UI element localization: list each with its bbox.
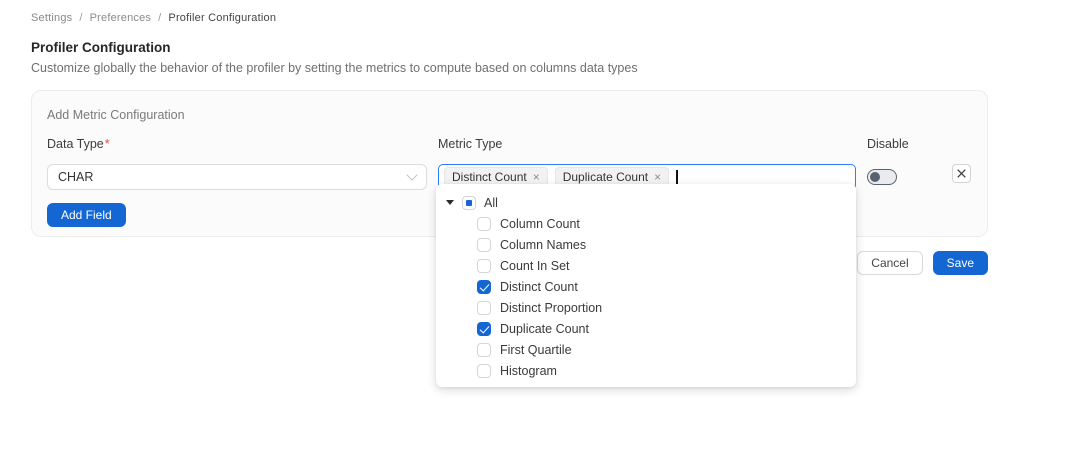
- data-type-select[interactable]: CHAR: [47, 164, 427, 190]
- tree-item[interactable]: Histogram: [436, 360, 856, 381]
- checkbox[interactable]: [477, 364, 491, 378]
- chevron-down-icon: [406, 169, 417, 180]
- data-type-column: Data Type* CHAR: [47, 137, 427, 190]
- tree-item-label[interactable]: Histogram: [500, 364, 557, 378]
- tree-item[interactable]: Count In Set: [436, 255, 856, 276]
- checkbox[interactable]: [477, 343, 491, 357]
- metric-type-label: Metric Type: [438, 137, 856, 151]
- breadcrumb-separator: /: [158, 12, 161, 24]
- add-field-button[interactable]: Add Field: [47, 203, 126, 227]
- tree-parent-label[interactable]: All: [484, 196, 498, 210]
- breadcrumb-item-preferences[interactable]: Preferences: [90, 12, 152, 24]
- page-title: Profiler Configuration: [31, 40, 988, 55]
- data-type-label: Data Type*: [47, 137, 427, 151]
- checkbox[interactable]: [477, 301, 491, 315]
- breadcrumb: Settings / Preferences / Profiler Config…: [31, 12, 988, 24]
- metric-tag-label: Duplicate Count: [563, 170, 648, 184]
- tree-item-label[interactable]: Duplicate Count: [500, 322, 589, 336]
- required-marker: *: [105, 137, 110, 151]
- save-button[interactable]: Save: [933, 251, 988, 275]
- checkbox[interactable]: [477, 217, 491, 231]
- x-icon: [957, 169, 966, 178]
- tree-parent-row[interactable]: All: [436, 192, 856, 213]
- metric-type-column: Metric Type Distinct Count × Duplicate C…: [438, 137, 856, 190]
- tag-remove-icon[interactable]: ×: [533, 171, 540, 183]
- tree-item[interactable]: Distinct Proportion: [436, 297, 856, 318]
- metric-type-dropdown: All Column Count Column Names Count In S…: [436, 184, 856, 387]
- tree-item-label[interactable]: First Quartile: [500, 343, 572, 357]
- checkbox-all[interactable]: [462, 196, 476, 210]
- tree-item-label[interactable]: Column Count: [500, 217, 580, 231]
- tree-item[interactable]: Column Names: [436, 234, 856, 255]
- disable-toggle[interactable]: [867, 169, 897, 185]
- toggle-knob: [870, 172, 880, 182]
- data-type-selected-value: CHAR: [58, 170, 93, 184]
- cancel-button[interactable]: Cancel: [857, 251, 922, 275]
- checkbox[interactable]: [477, 259, 491, 273]
- disable-label: Disable: [867, 137, 909, 151]
- tree-item[interactable]: Distinct Count: [436, 276, 856, 297]
- checkbox[interactable]: [477, 280, 491, 294]
- text-cursor: [676, 170, 678, 185]
- tree-item-label[interactable]: Column Names: [500, 238, 586, 252]
- remove-row-button[interactable]: [952, 164, 971, 183]
- tag-remove-icon[interactable]: ×: [654, 171, 661, 183]
- tree-item-label[interactable]: Count In Set: [500, 259, 570, 273]
- tree-item[interactable]: Duplicate Count: [436, 318, 856, 339]
- page-subtitle: Customize globally the behavior of the p…: [31, 61, 988, 75]
- form-row: Data Type* CHAR Metric Type Distinct Cou…: [47, 137, 972, 190]
- breadcrumb-item-current: Profiler Configuration: [168, 12, 276, 24]
- caret-down-icon[interactable]: [446, 200, 454, 205]
- checkbox[interactable]: [477, 322, 491, 336]
- panel-title: Add Metric Configuration: [47, 108, 972, 122]
- checkbox[interactable]: [477, 238, 491, 252]
- breadcrumb-separator: /: [79, 12, 82, 24]
- tree-item-label[interactable]: Distinct Proportion: [500, 301, 602, 315]
- data-type-label-text: Data Type: [47, 137, 104, 151]
- tree-item[interactable]: Column Count: [436, 213, 856, 234]
- metric-tag-label: Distinct Count: [452, 170, 527, 184]
- breadcrumb-item-settings[interactable]: Settings: [31, 12, 72, 24]
- tree-item[interactable]: First Quartile: [436, 339, 856, 360]
- disable-column: Disable: [867, 137, 909, 190]
- tree-item-label[interactable]: Distinct Count: [500, 280, 578, 294]
